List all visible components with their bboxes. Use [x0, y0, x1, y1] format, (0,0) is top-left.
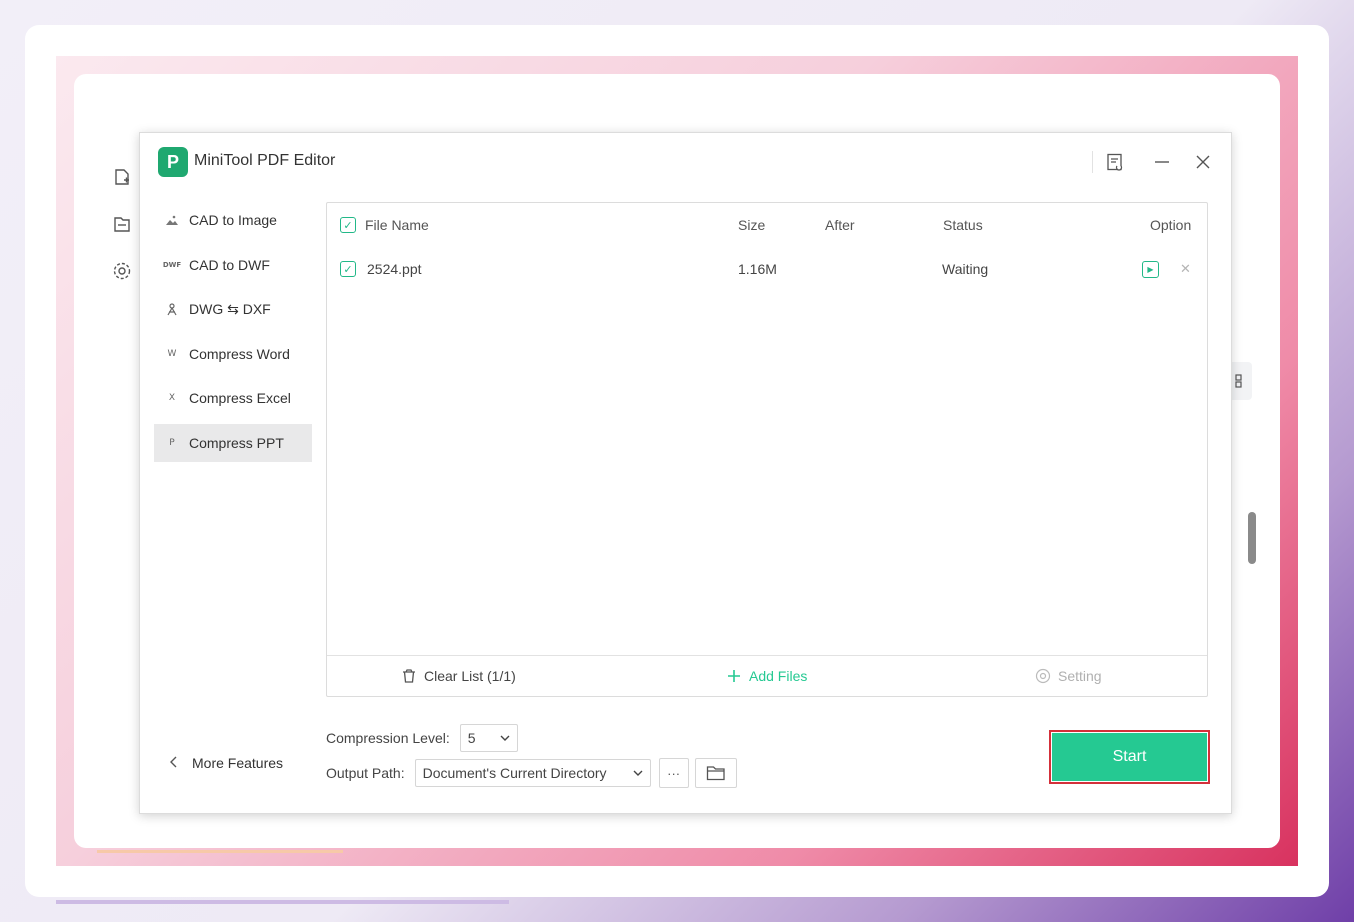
column-header-size: Size — [738, 217, 766, 233]
sidebar-item-cad-to-image[interactable]: CAD to Image — [154, 201, 312, 239]
add-files-button[interactable]: Add Files — [727, 656, 807, 696]
sidebar-item-label: Compress PPT — [189, 434, 284, 451]
browse-more-button[interactable]: ··· — [658, 758, 689, 788]
sidebar-item-label: CAD to Image — [189, 212, 277, 228]
close-icon[interactable] — [1190, 149, 1216, 175]
file-name-cell: 2524.ppt — [367, 261, 422, 277]
output-path-row: Output Path: Document's Current Director… — [326, 758, 737, 788]
file-status-cell: Waiting — [942, 261, 989, 277]
more-options-icon: ··· — [667, 765, 681, 781]
compress-dialog: P MiniTool PDF Editor CAD to Image DWF C… — [139, 132, 1232, 814]
folder-open-icon — [706, 765, 726, 781]
clear-list-label: Clear List (1/1) — [424, 668, 516, 684]
chevron-down-icon — [500, 735, 510, 741]
folder-icon[interactable] — [112, 214, 132, 234]
gear-icon — [1035, 668, 1051, 684]
open-file-icon[interactable]: ▶ — [1142, 260, 1159, 278]
file-list-panel: ✓ File Name Size After Status Option ✓ 2… — [326, 202, 1208, 697]
output-path-label: Output Path: — [326, 765, 405, 781]
sidebar-item-dwg-dxf[interactable]: DWG ⇆ DXF — [154, 290, 312, 328]
dwg-dxf-icon — [164, 301, 180, 317]
chevron-down-icon — [633, 770, 643, 776]
sidebar-item-label: Compress Word — [189, 345, 290, 362]
more-features-link[interactable]: More Features — [170, 755, 283, 771]
output-path-value: Document's Current Directory — [422, 765, 607, 781]
setting-button[interactable]: Setting — [1035, 656, 1102, 696]
column-header-option: Option — [1150, 217, 1192, 233]
dwf-icon: DWF — [162, 260, 182, 269]
open-folder-button[interactable] — [694, 758, 737, 788]
feedback-icon[interactable] — [1102, 149, 1128, 175]
clear-list-button[interactable]: Clear List (1/1) — [401, 656, 516, 696]
output-path-select[interactable]: Document's Current Directory — [414, 759, 651, 787]
sidebar: CAD to Image DWF CAD to DWF DWG ⇆ DXF W … — [154, 201, 312, 468]
file-size-cell: 1.16M — [738, 261, 777, 277]
column-header-after: After — [825, 217, 855, 233]
scrollbar-thumb[interactable] — [1248, 512, 1256, 564]
new-document-icon[interactable] — [112, 167, 132, 187]
sidebar-item-compress-word[interactable]: W Compress Word — [154, 335, 312, 373]
title-bar: P MiniTool PDF Editor — [140, 133, 1231, 193]
settings-gear-icon[interactable] — [112, 261, 132, 281]
table-header: ✓ File Name Size After Status Option — [327, 203, 1207, 247]
app-logo-letter: P — [166, 151, 179, 172]
compression-level-value: 5 — [467, 730, 476, 746]
decorative-line-purple — [56, 900, 509, 904]
sidebar-item-compress-ppt[interactable]: P Compress PPT — [154, 423, 312, 462]
chevron-left-icon — [170, 755, 178, 771]
sidebar-item-compress-excel[interactable]: X Compress Excel — [154, 379, 312, 417]
more-features-label: More Features — [192, 755, 284, 771]
plus-icon — [727, 669, 741, 683]
add-files-label: Add Files — [749, 668, 808, 684]
column-header-file-name: File Name — [365, 217, 429, 233]
start-button[interactable]: Start — [1052, 733, 1207, 781]
excel-compress-icon: X — [168, 393, 176, 403]
app-logo: P — [158, 147, 188, 177]
decorative-line-orange — [97, 850, 343, 853]
minimize-icon[interactable] — [1149, 149, 1175, 175]
file-list-footer: Clear List (1/1) Add Files Setting — [327, 655, 1207, 696]
ppt-compress-icon: P — [169, 437, 175, 448]
column-header-status: Status — [943, 217, 983, 233]
compression-level-select[interactable]: 5 — [459, 724, 518, 752]
word-compress-icon: W — [167, 348, 177, 359]
title-divider — [1092, 151, 1093, 173]
sidebar-item-label: Compress Excel — [189, 390, 291, 406]
setting-label: Setting — [1058, 668, 1102, 684]
row-checkbox[interactable]: ✓ — [340, 261, 356, 277]
remove-file-icon[interactable]: ✕ — [1180, 261, 1191, 277]
trash-icon — [401, 668, 417, 684]
app-title: MiniTool PDF Editor — [194, 152, 336, 169]
image-icon — [164, 212, 180, 228]
compression-level-row: Compression Level: 5 — [326, 724, 518, 752]
sidebar-item-cad-to-dwf[interactable]: DWF CAD to DWF — [154, 246, 312, 284]
select-all-checkbox[interactable]: ✓ — [340, 217, 356, 233]
compression-level-label: Compression Level: — [326, 730, 450, 746]
sidebar-item-label: CAD to DWF — [189, 256, 270, 273]
sidebar-item-label: DWG ⇆ DXF — [189, 300, 271, 317]
table-row: ✓ 2524.ppt 1.16M Waiting ▶ ✕ — [327, 247, 1207, 291]
